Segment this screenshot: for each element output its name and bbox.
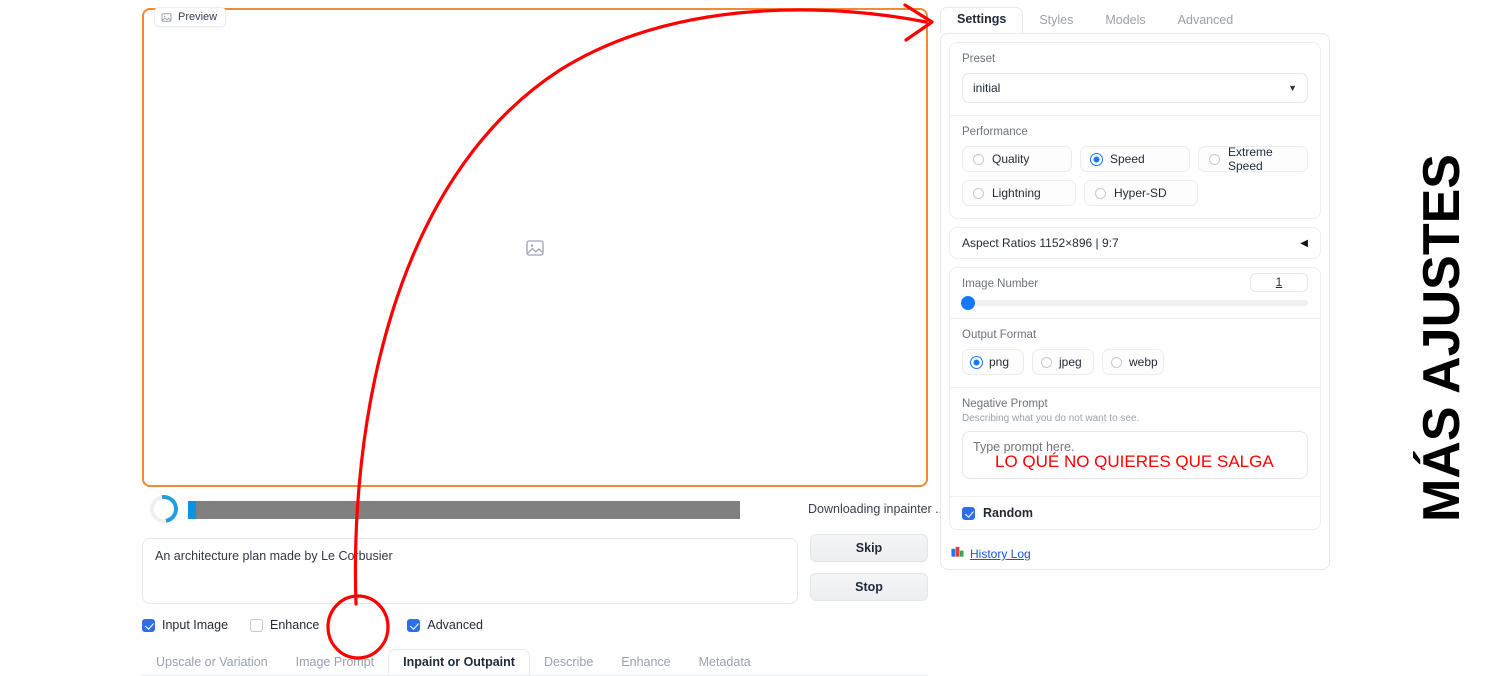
radio-dot-extreme-speed[interactable] (1209, 153, 1220, 165)
image-number-label: Image Number (962, 278, 1039, 290)
loading-spinner-icon (144, 489, 184, 529)
tab-enhance[interactable]: Enhance (607, 650, 684, 676)
settings-panel-body: Preset initial ▼ Performance Quality Spe… (940, 33, 1330, 570)
radio-dot-speed[interactable] (1091, 153, 1102, 165)
checkbox-label-enhance: Enhance (270, 618, 320, 632)
image-number-value[interactable]: 1 (1250, 273, 1308, 292)
preset-value: initial (973, 81, 1001, 95)
checkbox-input-image[interactable]: Input Image (142, 618, 228, 632)
preset-label: Preset (962, 53, 996, 65)
checkbox-box-input-image[interactable] (142, 618, 155, 632)
tab-image-prompt[interactable]: Image Prompt (282, 650, 389, 676)
generation-options-card: Image Number 1 Output Format png jpeg we… (949, 267, 1321, 530)
negative-prompt-description: Describing what you do not want to see. (962, 413, 1140, 424)
app-root: Preview Downloading inpainter ... Skip S… (0, 0, 1487, 676)
chevron-left-icon: ◀ (1300, 237, 1308, 249)
checkbox-label-input-image: Input Image (162, 618, 229, 632)
image-icon (161, 12, 172, 23)
image-number-slider-knob[interactable] (961, 296, 975, 310)
skip-button[interactable]: Skip (810, 534, 928, 562)
negative-prompt-annotation-text: LO QUÉ NO QUIERES QUE SALGA (995, 452, 1274, 471)
stop-button[interactable]: Stop (810, 573, 928, 601)
radio-jpeg[interactable]: jpeg (1032, 349, 1094, 375)
vertical-annotation-label: MÁS AJUSTES (1413, 154, 1472, 522)
checkbox-label-advanced: Advanced (427, 618, 483, 632)
panel-tab-bar: Settings Styles Models Advanced (940, 6, 1332, 34)
progress-row: Downloading inpainter ... (142, 489, 946, 531)
random-section: Random (950, 497, 1320, 529)
image-number-section: Image Number 1 (950, 268, 1320, 319)
settings-panel: Settings Styles Models Advanced Preset i… (940, 0, 1332, 572)
radio-label-extreme-speed: Extreme Speed (1228, 145, 1273, 173)
negative-prompt-section: Negative Prompt Describing what you do n… (950, 388, 1320, 497)
radio-dot-hyper-sd[interactable] (1095, 187, 1106, 199)
radio-label-png: png (989, 355, 1010, 369)
bottom-tab-bar: Upscale or Variation Image Prompt Inpain… (142, 648, 928, 676)
preset-dropdown[interactable]: initial ▼ (962, 73, 1308, 103)
tab-describe[interactable]: Describe (530, 650, 607, 676)
tab-metadata[interactable]: Metadata (685, 650, 765, 676)
chart-icon (951, 546, 964, 562)
left-column: Preview Downloading inpainter ... Skip S… (140, 0, 946, 676)
performance-row-1: Quality Speed Extreme Speed (962, 145, 1308, 173)
checkbox-enhance[interactable]: Enhance (250, 618, 319, 632)
history-log-link[interactable]: History Log (951, 546, 1031, 562)
radio-png[interactable]: png (962, 349, 1024, 375)
radio-lightning[interactable]: Lightning (962, 180, 1076, 206)
radio-dot-jpeg[interactable] (1041, 356, 1052, 368)
radio-speed[interactable]: Speed (1080, 146, 1190, 172)
preview-frame: Preview (142, 7, 928, 487)
preset-section: Preset initial ▼ (950, 43, 1320, 116)
performance-label: Performance (962, 126, 1028, 138)
checkbox-row: Input Image Enhance Advanced (142, 618, 505, 632)
progress-bar-fill (188, 501, 196, 519)
tab-settings[interactable]: Settings (940, 7, 1024, 34)
checkbox-random[interactable]: Random (962, 506, 1308, 520)
radio-webp[interactable]: webp (1102, 349, 1164, 375)
chevron-down-icon: ▼ (1288, 83, 1297, 93)
radio-label-speed: Speed (1110, 152, 1145, 166)
tab-advanced[interactable]: Advanced (1162, 9, 1250, 34)
image-placeholder-icon (525, 238, 545, 258)
performance-row-2: Lightning Hyper-SD (962, 180, 1308, 206)
aspect-ratios-label: Aspect Ratios 1152×896 | 9:7 (962, 236, 1119, 250)
aspect-ratios-accordion[interactable]: Aspect Ratios 1152×896 | 9:7 ◀ (949, 227, 1321, 259)
prompt-input[interactable] (142, 538, 798, 604)
output-format-label: Output Format (962, 329, 1037, 341)
checkbox-box-enhance[interactable] (250, 618, 264, 632)
image-number-label-row: Image Number 1 (962, 273, 1308, 292)
radio-label-webp: webp (1129, 355, 1158, 369)
preset-performance-card: Preset initial ▼ Performance Quality Spe… (949, 42, 1321, 219)
image-number-slider[interactable] (961, 296, 1308, 310)
tab-styles[interactable]: Styles (1023, 9, 1089, 34)
tab-inpaint-or-outpaint[interactable]: Inpaint or Outpaint (388, 649, 530, 676)
radio-label-lightning: Lightning (992, 186, 1041, 200)
radio-dot-png[interactable] (971, 356, 982, 368)
progress-bar (188, 501, 740, 519)
radio-dot-lightning[interactable] (973, 187, 984, 199)
negative-prompt-label: Negative Prompt (962, 398, 1048, 410)
checkbox-box-advanced[interactable] (407, 618, 421, 632)
vertical-annotation-text: MÁS AJUSTES (1394, 0, 1487, 676)
preview-badge-label: Preview (178, 11, 218, 23)
tab-models[interactable]: Models (1089, 9, 1161, 34)
radio-quality[interactable]: Quality (962, 146, 1072, 172)
history-log-label: History Log (970, 547, 1031, 561)
radio-dot-quality[interactable] (973, 153, 984, 165)
checkbox-label-random: Random (983, 506, 1033, 520)
radio-hyper-sd[interactable]: Hyper-SD (1084, 180, 1198, 206)
radio-label-hyper-sd: Hyper-SD (1114, 186, 1167, 200)
output-format-section: Output Format png jpeg webp (950, 319, 1320, 388)
performance-section: Performance Quality Speed Extreme Speed … (950, 116, 1320, 218)
tab-upscale-or-variation[interactable]: Upscale or Variation (142, 650, 282, 676)
radio-label-jpeg: jpeg (1059, 355, 1082, 369)
output-format-options: png jpeg webp (962, 349, 1308, 375)
preview-badge: Preview (154, 7, 227, 27)
checkbox-box-random[interactable] (962, 506, 975, 520)
checkbox-advanced[interactable]: Advanced (407, 618, 483, 632)
radio-label-quality: Quality (992, 152, 1030, 166)
radio-extreme-speed[interactable]: Extreme Speed (1198, 145, 1308, 173)
radio-dot-webp[interactable] (1111, 356, 1122, 368)
